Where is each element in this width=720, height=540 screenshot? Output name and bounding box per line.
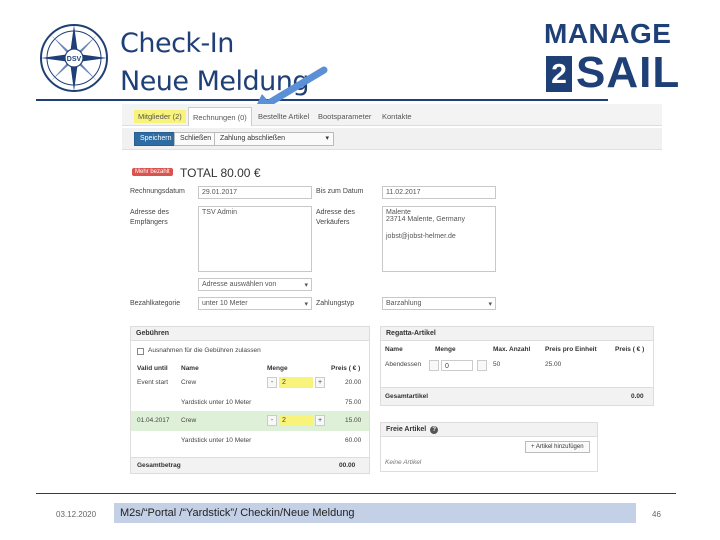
tab-boat-parameters[interactable]: Bootsparameter	[314, 110, 375, 123]
fees-col-name: Name	[181, 365, 199, 372]
free-items-title: Freie Artikel	[386, 426, 427, 433]
logo-right-top: MANAGE	[544, 18, 672, 49]
payment-button-label: Zahlung abschließen	[220, 135, 285, 142]
regatta-col-qty: Menge	[435, 346, 456, 353]
fee-row2-sub: Yardstick unter 10 Meter	[181, 437, 252, 444]
free-items-empty: Keine Artikel	[385, 459, 422, 466]
fees-col-valid: Valid until	[137, 365, 168, 372]
regatta-row-unit: 25.00	[545, 361, 562, 368]
free-items-panel: Freie Artikel ? + Artikel hinzufügen Kei…	[380, 422, 598, 472]
footer-caption-bar: M2s/“Portal /“Yardstick”/ Checkin/Neue M…	[114, 503, 636, 523]
tab-invoices[interactable]: Rechnungen (0)	[188, 107, 252, 126]
seller-label: Adresse des Verkäufers	[316, 209, 355, 226]
footer-date: 03.12.2020	[56, 510, 97, 519]
paytype-select[interactable]: Barzahlung	[382, 297, 496, 310]
footer-divider	[36, 493, 676, 494]
add-item-button[interactable]: + Artikel hinzufügen	[525, 441, 590, 453]
chevron-down-icon: ▾	[325, 135, 329, 142]
invoice-date-field[interactable]: 29.01.2017	[198, 186, 312, 199]
regatta-items-panel: Regatta-Artikel Name Menge Max. Anzahl P…	[380, 326, 654, 406]
invoice-total: TOTAL 80.00 €	[180, 166, 261, 180]
regatta-col-unit: Preis pro Einheit	[545, 346, 597, 353]
fee-row1-stepper[interactable]: - 2 +	[267, 377, 327, 389]
fee-row1-sub-price: 75.00	[345, 399, 362, 406]
fee-row1-sub: Yardstick unter 10 Meter	[181, 399, 252, 406]
fees-col-qty: Menge	[267, 365, 288, 372]
info-icon[interactable]: ?	[430, 426, 439, 434]
regatta-total-row: Gesamtartikel 0.00	[381, 387, 653, 405]
fee-row1-name: Crew	[181, 379, 197, 386]
fee-row2-name: Crew	[181, 417, 197, 424]
due-date-field[interactable]: 11.02.2017	[382, 186, 496, 199]
fees-total-value: 00.00	[339, 462, 356, 469]
regatta-row-name: Abendessen	[385, 361, 422, 368]
app-screenshot: Mitglieder (2) Rechnungen (0) Bestellte …	[122, 104, 662, 484]
toolbar: Speichern Schließen Zahlung abschließen …	[122, 128, 662, 150]
close-button[interactable]: Schließen	[174, 132, 218, 146]
address-select[interactable]: Adresse auswählen von	[198, 278, 312, 291]
recipient-label: Adresse des Empfängers	[130, 209, 169, 226]
category-label: Bezahlkategorie	[130, 300, 181, 307]
free-items-header: Freie Artikel ?	[381, 423, 597, 437]
page-title-line1: Check-In	[120, 28, 234, 59]
status-badge: Mehr bezahlt	[132, 168, 173, 176]
fees-total-row: Gesamtbetrag 00.00	[131, 457, 369, 473]
fee-row1-valid: Event start	[137, 379, 169, 386]
save-button[interactable]: Speichern	[134, 132, 178, 146]
regatta-row-qty[interactable]: 0	[441, 360, 473, 371]
invoice-date-label: Rechnungsdatum	[130, 188, 185, 195]
fee-row1-price: 20.00	[345, 379, 362, 386]
fees-panel: Gebühren Ausnahmen für die Gebühren zula…	[130, 326, 370, 474]
exception-checkbox[interactable]	[137, 348, 144, 355]
seller-address-field[interactable]: Malente 23714 Malente, Germany jobst@job…	[382, 206, 496, 272]
payment-dropdown-button[interactable]: Zahlung abschließen ▾	[214, 132, 334, 146]
regatta-col-price: Preis ( € )	[615, 346, 645, 353]
fee-row2-valid: 01.04.2017	[137, 417, 170, 424]
paytype-label: Zahlungstyp	[316, 300, 355, 307]
manage2sail-logo: MANAGE 2 SAIL	[544, 18, 689, 98]
regatta-row-stepper[interactable]: 0	[429, 360, 489, 372]
dsv-compass-logo: DSV	[40, 24, 108, 92]
logo-right-number: 2	[546, 56, 572, 92]
seller-line1: Malente	[386, 209, 411, 216]
fees-total-label: Gesamtbetrag	[137, 462, 181, 469]
fee-row2-stepper[interactable]: - 2 +	[267, 415, 327, 427]
minus-button[interactable]: -	[267, 377, 277, 388]
logo-left-text: DSV	[67, 56, 82, 63]
tab-bar: Mitglieder (2) Rechnungen (0) Bestellte …	[122, 104, 662, 126]
tab-members[interactable]: Mitglieder (2)	[134, 110, 186, 123]
regatta-col-max: Max. Anzahl	[493, 346, 531, 353]
regatta-total-label: Gesamtartikel	[385, 393, 428, 400]
seller-line2: 23714 Malente, Germany	[386, 216, 465, 223]
page-number: 46	[652, 510, 661, 519]
fee-row2-sub-price: 60.00	[345, 437, 362, 444]
fees-col-price: Preis ( € )	[331, 365, 361, 372]
recipient-address-field[interactable]: TSV Admin	[198, 206, 312, 272]
regatta-total-value: 0.00	[631, 393, 644, 400]
exception-label: Ausnahmen für die Gebühren zulassen	[148, 347, 261, 354]
regatta-col-name: Name	[385, 346, 403, 353]
due-date-label: Bis zum Datum	[316, 188, 364, 195]
minus-button[interactable]	[429, 360, 439, 371]
fee-row2-price: 15.00	[345, 417, 362, 424]
fee-row1-qty[interactable]: 2	[279, 377, 313, 388]
footer-caption: M2s/“Portal /“Yardstick”/ Checkin/Neue M…	[120, 507, 355, 519]
seller-email: jobst@jobst-helmer.de	[386, 233, 456, 240]
fee-row2-qty[interactable]: 2	[279, 415, 313, 426]
plus-button[interactable]: +	[315, 377, 325, 388]
plus-button[interactable]	[477, 360, 487, 371]
regatta-row-max: 50	[493, 361, 501, 368]
regatta-title: Regatta-Artikel	[381, 327, 653, 341]
plus-button[interactable]: +	[315, 415, 325, 426]
tab-contacts[interactable]: Kontakte	[378, 110, 416, 123]
tab-ordered-items[interactable]: Bestellte Artikel	[254, 110, 313, 123]
minus-button[interactable]: -	[267, 415, 277, 426]
fees-title: Gebühren	[131, 327, 369, 341]
category-select[interactable]: unter 10 Meter	[198, 297, 312, 310]
logo-right-bottom: SAIL	[576, 48, 681, 97]
